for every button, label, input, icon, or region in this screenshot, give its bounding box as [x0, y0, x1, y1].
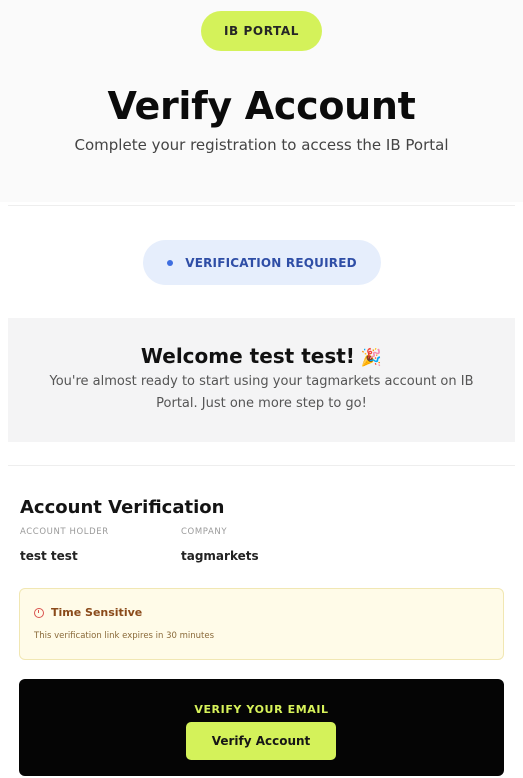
section-title: Account Verification: [20, 497, 225, 518]
verify-email-label: VERIFY YOUR EMAIL: [194, 703, 329, 716]
alert-header: Time Sensitive: [34, 606, 142, 619]
status-badge: VERIFICATION REQUIRED: [143, 240, 381, 285]
alert-title: Time Sensitive: [51, 606, 143, 619]
company-label: COMPANY: [181, 527, 228, 537]
page-title: Verify Account: [107, 84, 416, 128]
welcome-title: Welcome test test!: [140, 344, 355, 368]
alarm-clock-icon: [34, 607, 44, 618]
divider: [8, 465, 515, 466]
status-dot-icon: [167, 259, 174, 266]
header: IB PORTAL Verify Account Complete your r…: [0, 0, 523, 202]
account-holder-label: ACCOUNT HOLDER: [20, 527, 109, 537]
welcome-message: You're almost ready to start using your …: [49, 374, 474, 411]
time-sensitive-alert: Time Sensitive This verification link ex…: [19, 588, 504, 660]
welcome-panel: Welcome test test! 🎉 You're almost ready …: [8, 318, 515, 442]
welcome-heading: Welcome test test! 🎉: [8, 343, 515, 371]
account-holder-value: test test: [20, 549, 78, 563]
portal-badge: IB PORTAL: [201, 11, 322, 51]
status-label: VERIFICATION REQUIRED: [185, 255, 357, 270]
divider: [8, 205, 515, 206]
company-value: tagmarkets: [181, 549, 259, 563]
verify-account-button[interactable]: Verify Account: [186, 722, 336, 760]
page-subtitle: Complete your registration to access the…: [74, 136, 449, 154]
verify-email-panel: VERIFY YOUR EMAIL Verify Account: [19, 679, 504, 776]
alert-message: This verification link expires in 30 min…: [34, 631, 215, 641]
party-popper-icon: 🎉: [360, 348, 383, 368]
